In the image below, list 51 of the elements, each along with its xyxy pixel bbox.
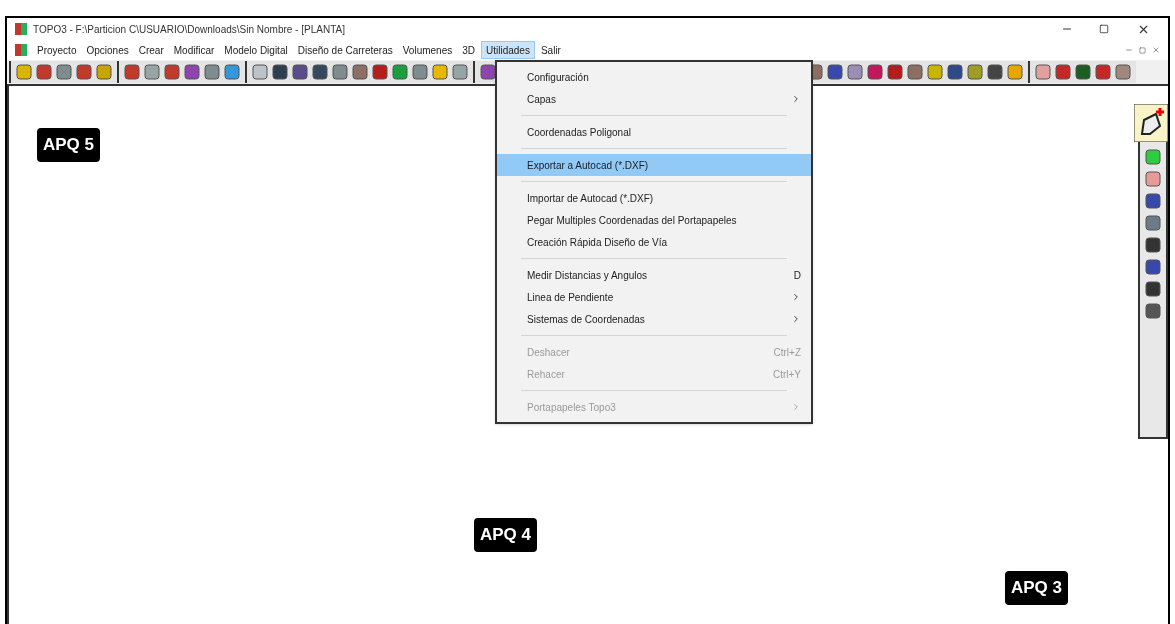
document-icon <box>15 44 27 56</box>
dropdown-item[interactable]: Capas <box>497 88 811 110</box>
dropdown-item[interactable]: Creación Rápida Diseño de Vía <box>497 231 811 253</box>
point-label: APQ 3 <box>1005 571 1069 605</box>
shortcut-label: Ctrl+Z <box>773 345 801 360</box>
point-label: APQ 4 <box>474 518 538 552</box>
menu-item[interactable]: Salir <box>536 41 565 59</box>
tool-icon[interactable] <box>1144 280 1162 298</box>
dropdown-item[interactable]: Coordenadas Poligonal <box>497 121 811 143</box>
tool-icon[interactable] <box>311 63 329 81</box>
tool-icon[interactable] <box>826 63 844 81</box>
menu-item[interactable]: Volumenes <box>398 41 457 59</box>
tool-icon[interactable] <box>1144 170 1162 188</box>
menu-item[interactable]: Crear <box>134 41 168 59</box>
dropdown-item[interactable]: Linea de Pendiente <box>497 286 811 308</box>
app-icon <box>15 23 27 35</box>
menu-item[interactable]: 3D <box>458 41 479 59</box>
tool-icon[interactable] <box>1144 236 1162 254</box>
tool-icon[interactable] <box>1144 258 1162 276</box>
tool-icon[interactable] <box>1074 63 1092 81</box>
dropdown-item[interactable]: Medir Distancias y Angulos D <box>497 264 811 286</box>
tool-icon[interactable] <box>479 63 497 81</box>
menu-item[interactable]: Diseño de Carreteras <box>293 41 397 59</box>
shortcut-label: D <box>793 268 801 283</box>
tool-icon[interactable] <box>886 63 904 81</box>
dropdown-item[interactable]: Pegar Multiples Coordenadas del Portapapeles <box>497 209 811 231</box>
tool-icon[interactable] <box>1134 104 1168 142</box>
tool-icon[interactable] <box>986 63 1004 81</box>
window-title: TOPO3 - F:\Particion C\USUARIO\Downloads\Sin Nombre - [PLANTA] <box>33 22 346 37</box>
maximize-icon[interactable] <box>1099 24 1109 34</box>
tool-icon[interactable] <box>271 63 289 81</box>
tool-icon[interactable] <box>866 63 884 81</box>
shortcut-label: Ctrl+Y <box>772 367 801 382</box>
menu-item[interactable]: Proyecto <box>33 41 81 59</box>
tool-icon[interactable] <box>1144 148 1162 166</box>
menu-item[interactable]: Opciones <box>82 41 133 59</box>
tool-icon[interactable] <box>1144 302 1162 320</box>
tool-icon[interactable] <box>371 63 389 81</box>
dropdown-item[interactable]: Exportar a Autocad (*.DXF) <box>497 154 811 176</box>
tool-icon[interactable] <box>1144 192 1162 210</box>
menu-item[interactable]: Utilidades <box>481 41 535 59</box>
restore-icon[interactable] <box>1139 46 1146 54</box>
dropdown-item[interactable]: Configuración <box>497 66 811 88</box>
menu-item[interactable]: Modelo Digital <box>220 41 292 59</box>
tool-icon[interactable] <box>291 63 309 81</box>
menu-item[interactable]: Modificar <box>169 41 219 59</box>
tool-icon[interactable] <box>1144 214 1162 232</box>
tool-icon[interactable] <box>946 63 964 81</box>
dropdown-item[interactable]: Sistemas de Coordenadas <box>497 308 811 330</box>
point-label: APQ 5 <box>37 128 101 162</box>
dropdown-item[interactable]: Importar de Autocad (*.DXF) <box>497 187 811 209</box>
